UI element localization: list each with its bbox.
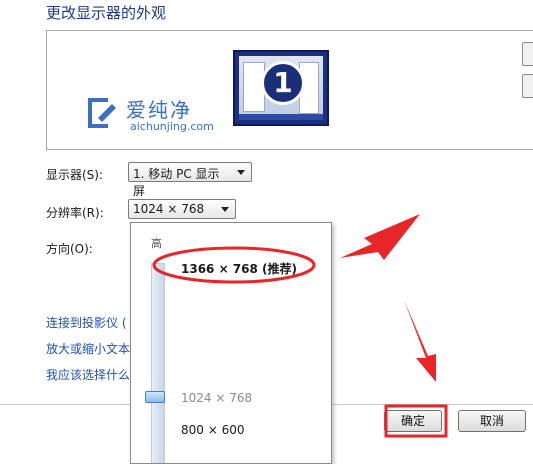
highlight-box [384, 404, 448, 438]
annotation-overlay [152, 214, 448, 438]
red-arrow-icon [340, 214, 420, 260]
red-arrow-icon [404, 300, 436, 382]
highlight-ellipse [152, 246, 316, 284]
